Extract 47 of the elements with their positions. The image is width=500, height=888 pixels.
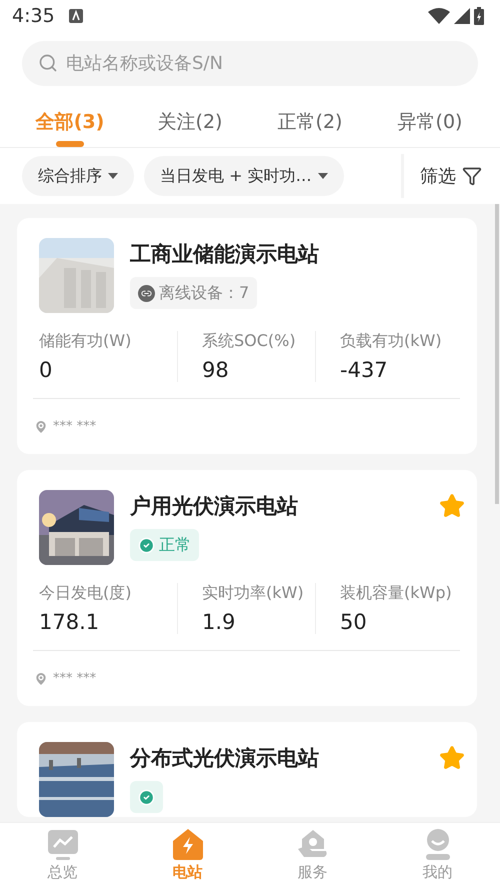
status-time: 4:35 — [12, 5, 55, 27]
caret-icon — [318, 173, 328, 179]
station-card[interactable]: 分布式光伏演示电站 — [17, 722, 477, 817]
metric-label: 系统SOC(%) — [202, 331, 297, 352]
metric-label: 实时功率(kW) — [202, 583, 305, 604]
metric-label: 今日发电(度) — [39, 583, 132, 604]
status-label: 离线设备：7 — [159, 282, 250, 304]
star-icon[interactable] — [439, 745, 465, 771]
chart-icon — [46, 827, 80, 861]
caret-icon — [108, 173, 118, 179]
station-name: 户用光伏演示电站 — [130, 493, 299, 520]
lightning-icon — [170, 827, 204, 861]
battery-icon — [474, 7, 484, 25]
location-text: *** *** — [53, 671, 96, 686]
check-icon — [138, 788, 155, 806]
metric-value: 0 — [39, 358, 54, 382]
station-card[interactable]: 户用光伏演示电站 正常 今日发电(度) 178.1 实时功率(kW) 1.9 装机容量(kWp) 50 *** *** — [17, 470, 477, 706]
metric-value: 98 — [202, 358, 230, 382]
station-card[interactable]: 工商业储能演示电站 离线设备：7 储能有功(W) 0 系统SOC(%) 98 负载有功(kW) -437 *** *** — [17, 218, 477, 454]
link-icon — [138, 284, 155, 302]
check-icon — [138, 536, 155, 554]
status-label: 正常 — [159, 534, 191, 556]
search-icon — [38, 53, 58, 73]
metric-label: 装机容量(kWp) — [340, 583, 453, 604]
location-icon — [33, 418, 49, 434]
station-name: 工商业储能演示电站 — [130, 241, 320, 268]
star-icon[interactable] — [439, 493, 465, 519]
metric-dropdown[interactable]: 当日发电 + 实时功… — [144, 156, 344, 196]
signal-icon — [454, 8, 470, 24]
sort-dropdown[interactable]: 综合排序 — [22, 156, 134, 196]
metric-value: 178.1 — [39, 610, 100, 634]
filter-tab[interactable]: 正常(2) — [250, 96, 370, 147]
metric-value: 1.9 — [202, 610, 236, 634]
location-icon — [33, 670, 49, 686]
station-name: 分布式光伏演示电站 — [130, 745, 320, 772]
location-text: *** *** — [53, 419, 96, 434]
metric-value: 50 — [340, 610, 368, 634]
wifi-icon — [428, 8, 450, 24]
filter-tab[interactable]: 关注(2) — [130, 96, 250, 147]
notification-icon — [68, 9, 83, 23]
tab-indicator — [56, 141, 84, 147]
metric-label: 负载有功(kW) — [340, 331, 443, 352]
filter-tab[interactable]: 异常(0) — [370, 96, 490, 147]
search-field[interactable]: 电站名称或设备S/N — [22, 41, 478, 86]
filter-icon — [462, 166, 482, 186]
metric-value: -437 — [340, 358, 389, 382]
metric-label: 储能有功(W) — [39, 331, 132, 352]
